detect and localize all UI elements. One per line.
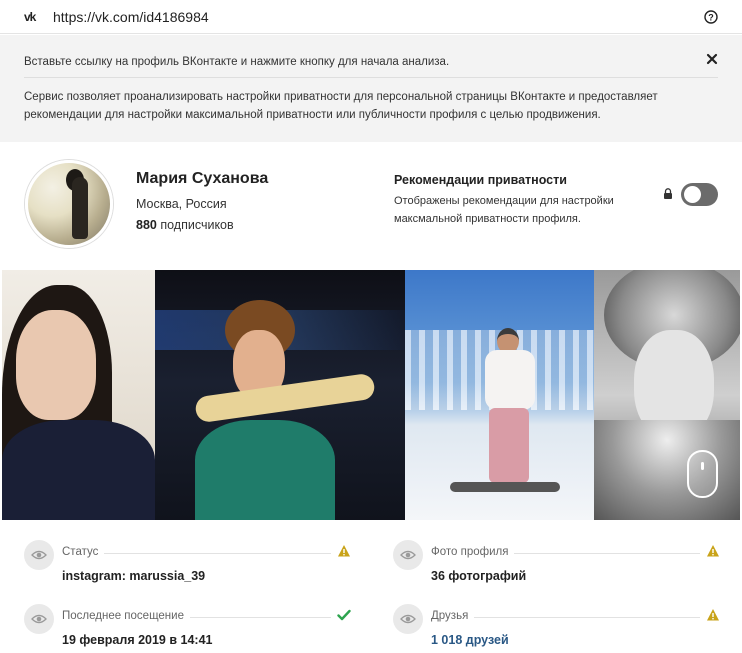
url-bar[interactable]: vk https://vk.com/id4186984 ? [0, 0, 742, 34]
photo-2-top [195, 420, 335, 520]
photo-4[interactable] [594, 270, 740, 520]
avatar-figure [72, 177, 88, 239]
lock-icon [664, 188, 672, 199]
divider [24, 77, 718, 78]
eye-icon [393, 604, 423, 634]
stat-profile-photos: Фото профиля 36 фотографий [393, 540, 720, 588]
photo-3-board [450, 482, 560, 492]
photo-1-dress [2, 420, 155, 520]
help-circle-icon[interactable]: ? [704, 10, 718, 24]
stat-value: 19 февраля 2019 в 14:41 [62, 633, 213, 647]
stat-label: Последнее посещение [62, 610, 190, 622]
subscribers-label: подписчиков [160, 218, 234, 232]
profile-name[interactable]: Мария Суханова [136, 170, 268, 188]
check-icon [337, 609, 351, 621]
stat-status: Статус instagram: marussia_39 [24, 540, 351, 588]
warning-icon [707, 545, 719, 557]
eye-icon [24, 604, 54, 634]
photo-1-face [16, 310, 96, 420]
stat-last-visit: Последнее посещение 19 февраля 2019 в 14… [24, 604, 351, 652]
eye-icon [24, 540, 54, 570]
subscribers-number: 880 [136, 218, 157, 232]
photo-3-pants [489, 408, 529, 483]
eye-icon [393, 540, 423, 570]
stat-label: Статус [62, 546, 105, 558]
mouse-wheel [701, 462, 704, 470]
service-description: Сервис позволяет проанализировать настро… [24, 91, 658, 121]
profile-url-input[interactable]: https://vk.com/id4186984 [53, 9, 209, 25]
info-panel: Вставьте ссылку на профиль ВКонтакте и н… [0, 35, 742, 142]
toggle-knob [684, 186, 701, 203]
warning-icon [707, 609, 719, 621]
stat-friends: Друзья 1 018 друзей [393, 604, 720, 652]
photo-3-jacket [485, 350, 535, 410]
subscribers-count: 880 подписчиков [136, 218, 234, 232]
instruction-text: Вставьте ссылку на профиль ВКонтакте и н… [24, 56, 450, 68]
stat-value: 36 фотографий [431, 569, 527, 583]
photo-strip [0, 270, 742, 520]
svg-text:?: ? [708, 13, 714, 23]
scroll-mouse-icon[interactable] [687, 450, 718, 498]
recommendations-text: Отображены рекомендации для настройки ма… [394, 195, 614, 225]
stat-value: instagram: marussia_39 [62, 569, 206, 583]
stat-label: Фото профиля [431, 546, 515, 558]
photo-2-snake [194, 372, 376, 424]
vk-logo-icon: vk [24, 9, 36, 24]
profile-city: Москва, Россия [136, 197, 227, 211]
close-icon[interactable] [706, 53, 718, 65]
stat-label: Друзья [431, 610, 475, 622]
warning-icon [338, 545, 350, 557]
privacy-toggle[interactable] [681, 183, 718, 206]
photo-4-fur [594, 420, 740, 520]
recommendations-title: Рекомендации приватности [394, 173, 567, 187]
photo-3[interactable] [405, 270, 594, 520]
friends-link[interactable]: 1 018 друзей [431, 633, 509, 647]
photo-2[interactable] [155, 270, 405, 520]
photo-1[interactable] [2, 270, 155, 520]
avatar[interactable] [25, 160, 113, 248]
